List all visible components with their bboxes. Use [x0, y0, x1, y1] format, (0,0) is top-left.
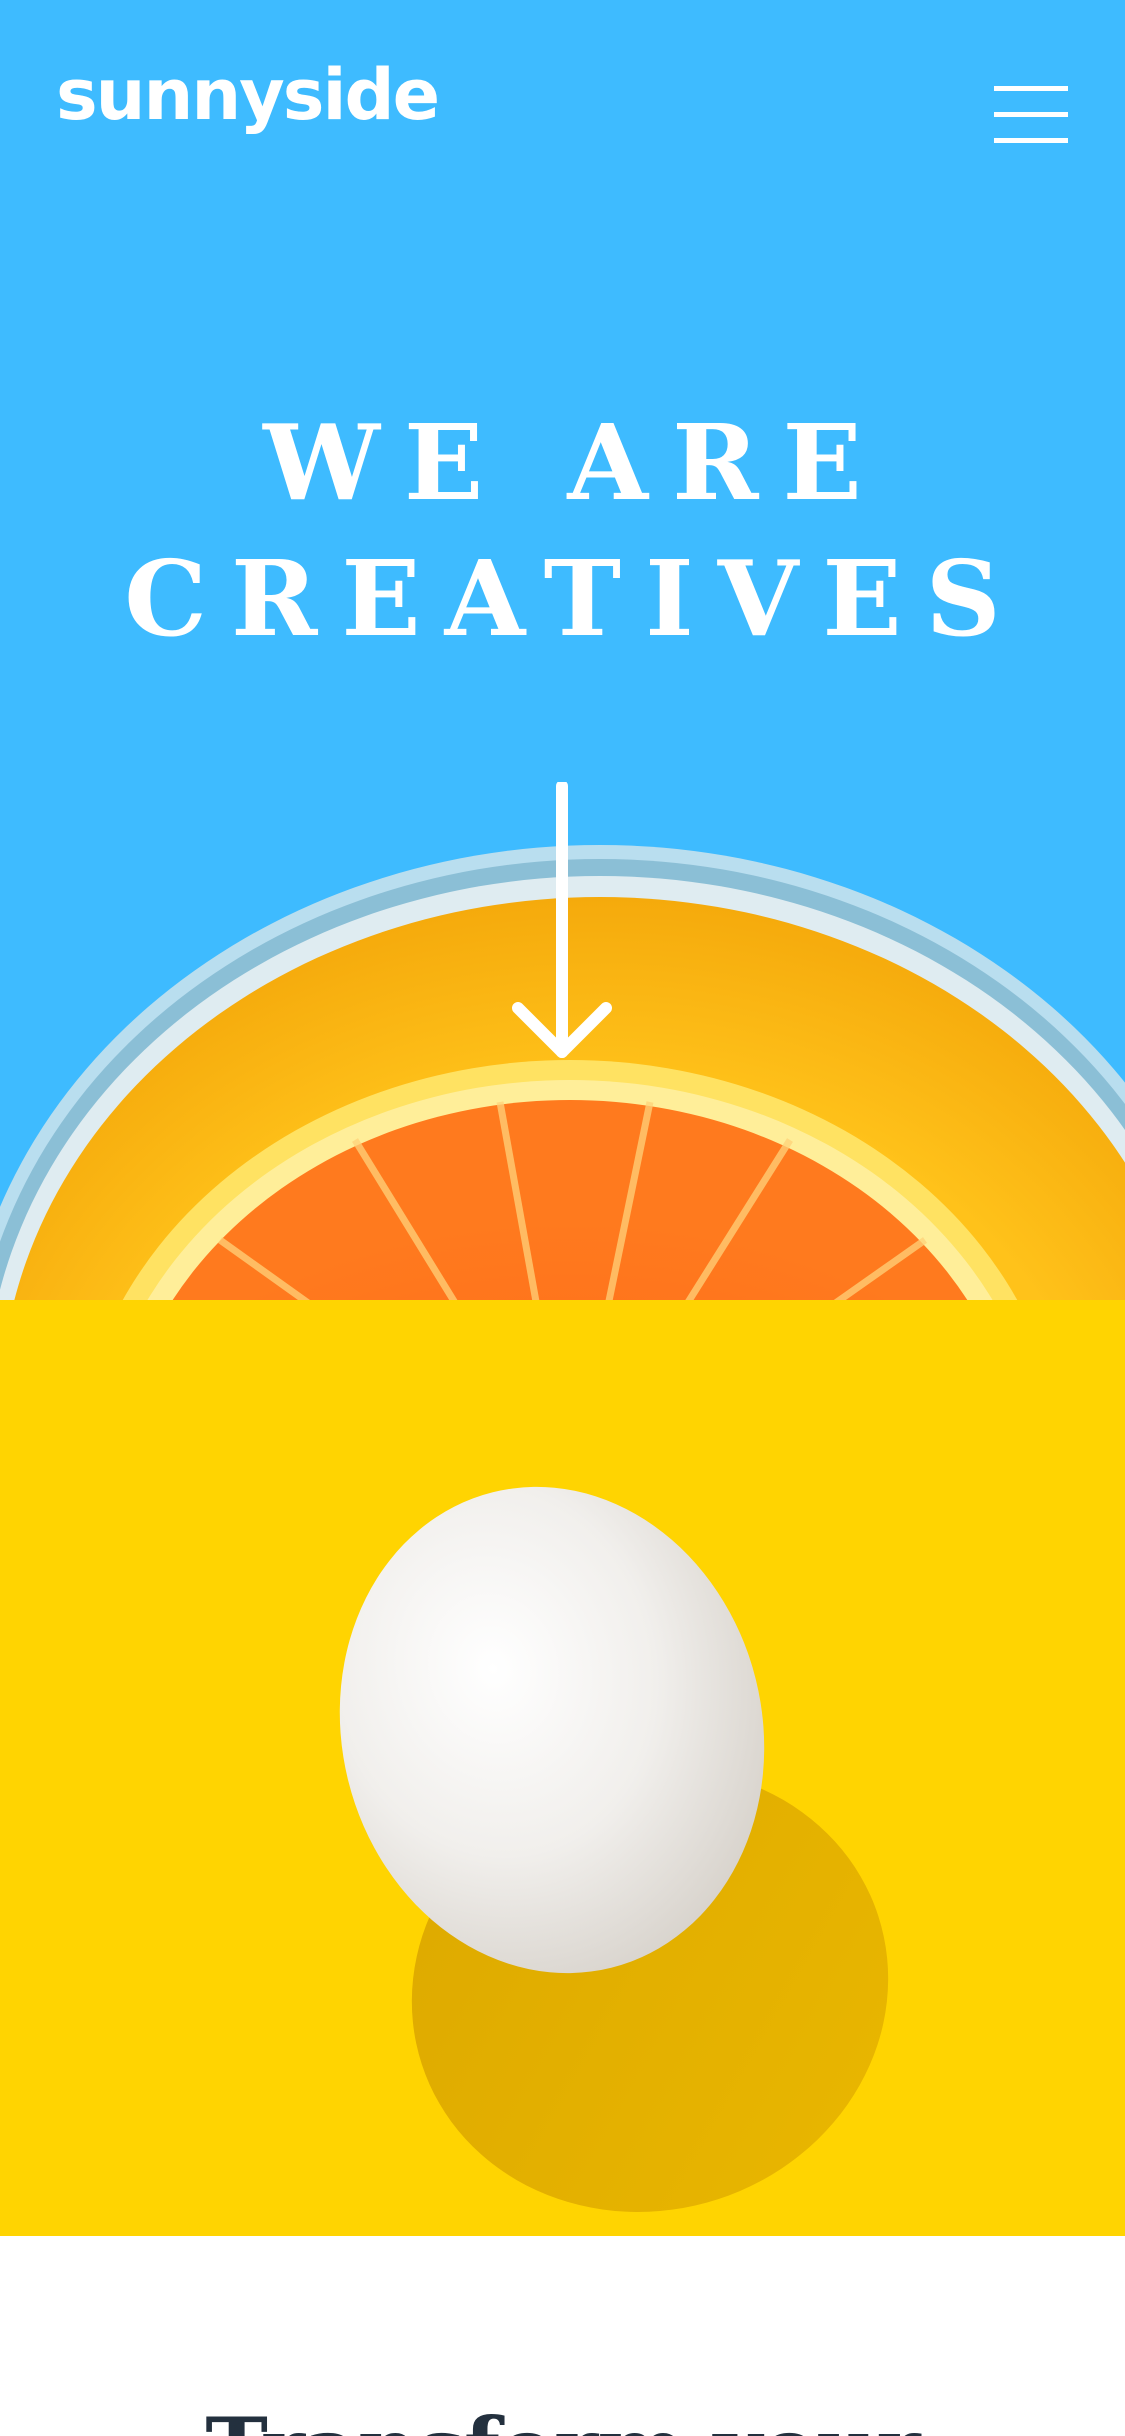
hamburger-menu-icon[interactable]	[994, 86, 1068, 144]
logo[interactable]: sunnyside	[56, 60, 440, 130]
egg-image	[0, 1300, 1125, 2236]
hero-title-line-1: WE ARE	[263, 401, 886, 524]
hero-title: WE ARE CREATIVES	[0, 395, 1125, 667]
hero-section: sunnyside WE ARE CREATIVES	[0, 0, 1125, 1300]
transform-section: Transform your	[0, 2236, 1125, 2436]
page: sunnyside WE ARE CREATIVES	[0, 0, 1125, 2436]
arrow-down-icon[interactable]	[510, 782, 614, 1062]
transform-heading: Transform your	[0, 2394, 1125, 2436]
hero-title-line-2: CREATIVES	[124, 537, 1025, 660]
